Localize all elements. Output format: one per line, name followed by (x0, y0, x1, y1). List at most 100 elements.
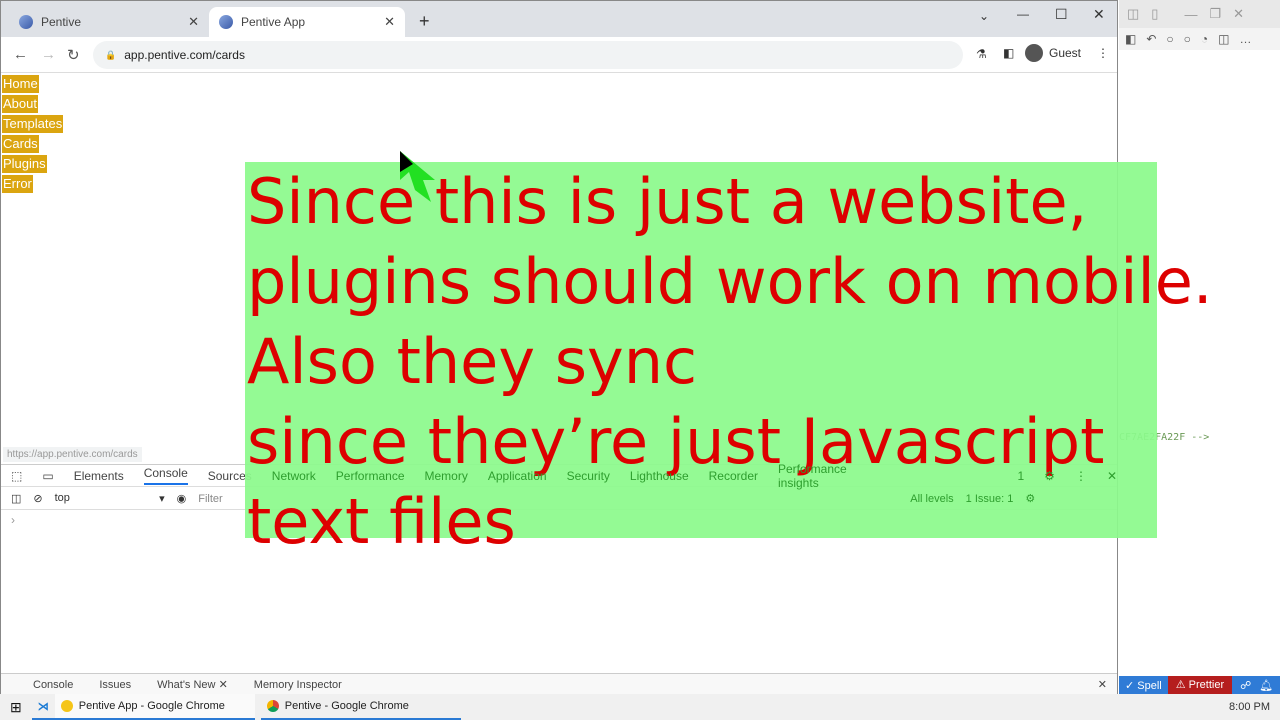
vscode-titlebar: ◫ ▯ — ❐ ✕ (1119, 0, 1280, 28)
layout-icon[interactable]: ◫ (1127, 6, 1139, 22)
taskbar-item-pentive-app[interactable]: Pentive App - Google Chrome (54, 694, 255, 720)
menu-icon[interactable]: ⋮ (1097, 46, 1109, 60)
nav-link-templates[interactable]: Templates (2, 115, 64, 133)
caption-line: text files (247, 485, 516, 558)
browser-toolbar: ← → ↻ 🔒 app.pentive.com/cards ⚗ ◧ Guest … (1, 37, 1117, 73)
devtools-tab-performance-insights[interactable]: Performance insights (778, 462, 847, 490)
browser-tab-pentive[interactable]: Pentive ✕ (9, 7, 209, 37)
nav-link-error[interactable]: Error (2, 175, 33, 193)
labs-icon[interactable]: ⚗ (976, 47, 987, 61)
close-icon[interactable]: ✕ (1233, 6, 1244, 22)
devtools-tab-performance[interactable]: Performance (336, 469, 405, 483)
reload-icon[interactable]: ↻ (67, 46, 80, 64)
profile-label: Guest (1049, 46, 1082, 60)
devtools-tab-elements[interactable]: Elements (74, 469, 124, 483)
inspect-icon[interactable]: ⬚ (11, 469, 22, 483)
caption-line: plugins should work on mobile. (247, 245, 1213, 318)
lock-icon: 🔒 (105, 49, 117, 60)
nav-link-cards[interactable]: Cards (2, 135, 39, 153)
back-icon[interactable]: ← (13, 46, 28, 63)
profile-button[interactable]: Guest (1025, 44, 1081, 62)
close-icon[interactable]: ✕ (384, 14, 395, 30)
device-toolbar-icon[interactable]: ▭ (42, 469, 53, 483)
taskbar: ⊞ ⋊ Pentive App - Google Chrome Pentive … (0, 694, 1280, 720)
timeline-icon[interactable]: ◔ (1201, 32, 1208, 46)
clear-console-icon[interactable]: ⊘ (33, 492, 42, 505)
close-drawer-icon[interactable]: ✕ (1098, 678, 1107, 691)
nav-link-about[interactable]: About (2, 95, 38, 113)
nav-link-plugins[interactable]: Plugins (2, 155, 47, 173)
side-panel-icon[interactable]: ◧ (1003, 46, 1014, 60)
close-icon[interactable]: ✕ (188, 14, 199, 30)
sidebar-toggle-icon[interactable]: ◫ (11, 492, 21, 505)
drawer-tab-issues[interactable]: Issues (99, 679, 131, 691)
devtools-tab-memory[interactable]: Memory (425, 469, 468, 483)
taskbar-label: Pentive - Google Chrome (284, 700, 409, 712)
settings-icon[interactable]: ⚙ (1044, 469, 1055, 483)
drawer-tab-console[interactable]: Console (33, 679, 73, 691)
browser-tab-pentive-app[interactable]: Pentive App ✕ (209, 7, 405, 37)
devtools-tab-recorder[interactable]: Recorder (709, 469, 758, 483)
drawer-tab-memory-inspector[interactable]: Memory Inspector (254, 679, 342, 691)
split-editor-icon[interactable]: ◫ (1218, 32, 1229, 46)
issues-button[interactable]: 1 Issue: 1 (966, 493, 1014, 505)
tab-search-icon[interactable]: ⌄ (979, 9, 989, 23)
close-window-icon[interactable]: ✕ (1093, 6, 1105, 23)
vscode-taskbar-icon[interactable]: ⋊ (31, 694, 55, 720)
customize-layout-icon[interactable]: ▯ (1151, 6, 1158, 22)
drawer-tab-whats-new[interactable]: What's New ✕ (157, 678, 228, 691)
more-icon[interactable]: … (1240, 32, 1252, 46)
chevron-down-icon: ▾ (159, 493, 165, 505)
message-count-badge[interactable]: 1 (1017, 469, 1024, 483)
pentive-favicon (219, 15, 233, 29)
new-tab-icon[interactable]: + (419, 11, 430, 32)
devtools-tab-lighthouse[interactable]: Lighthouse (630, 469, 689, 483)
maximize-icon[interactable]: ☐ (1055, 6, 1068, 23)
caption-line: Since this is just a website, (247, 165, 1088, 238)
editor-actions: ◧ ↶ ○ ○ ◔ ◫ … (1119, 28, 1280, 50)
forward-icon[interactable]: → (41, 46, 56, 63)
context-select[interactable]: top ▾ (55, 492, 165, 505)
tab-title: Pentive (41, 15, 82, 29)
spell-status[interactable]: ✓ Spell (1119, 679, 1168, 692)
console-settings-icon[interactable]: ⚙ (1025, 492, 1035, 505)
eye-icon[interactable]: ◉ (177, 492, 187, 505)
nav-link-home[interactable]: Home (2, 75, 39, 93)
taskbar-item-pentive[interactable]: Pentive - Google Chrome (260, 694, 461, 720)
devtools-tab-console[interactable]: Console (143, 466, 188, 485)
next-change-icon[interactable]: ○ (1184, 32, 1191, 46)
log-levels-select[interactable]: All levels (910, 493, 953, 505)
pentive-favicon (19, 15, 33, 29)
avatar-icon (1025, 44, 1043, 62)
address-bar[interactable]: 🔒 app.pentive.com/cards (93, 41, 963, 69)
devtools-drawer: Console Issues What's New ✕ Memory Inspe… (1, 673, 1117, 695)
bell-icon[interactable]: 🔔︎ (1259, 679, 1273, 692)
windows-start-icon[interactable]: ⊞ (0, 699, 32, 716)
more-icon[interactable]: ⋮ (1075, 469, 1087, 483)
devtools-tab-network[interactable]: Network (272, 469, 316, 483)
restore-icon[interactable]: ❐ (1209, 6, 1221, 22)
status-url: https://app.pentive.com/cards (3, 447, 142, 462)
page-nav: Home About Templates Cards Plugins Error (2, 75, 64, 195)
minimize-icon[interactable]: — (1184, 7, 1197, 22)
tab-title: Pentive App (241, 15, 306, 29)
prev-change-icon[interactable]: ○ (1166, 32, 1173, 46)
url-text: app.pentive.com/cards (124, 48, 245, 62)
preview-icon[interactable]: ◧ (1125, 32, 1136, 46)
tab-strip: Pentive ✕ Pentive App ✕ + ⌄ — ☐ ✕ (1, 1, 1117, 37)
devtools-tab-security[interactable]: Security (567, 469, 610, 483)
devtools-tab-application[interactable]: Application (488, 469, 547, 483)
feedback-icon[interactable]: ☍ (1232, 679, 1259, 692)
vscode-statusbar: ✓ Spell ⚠ Prettier ☍ 🔔︎ (1119, 676, 1280, 694)
prettier-status[interactable]: ⚠ Prettier (1167, 676, 1233, 694)
close-devtools-icon[interactable]: ✕ (1107, 469, 1117, 483)
go-back-icon[interactable]: ↶ (1146, 32, 1156, 46)
console-prompt-icon[interactable]: › (11, 513, 15, 527)
taskbar-label: Pentive App - Google Chrome (78, 700, 225, 712)
chrome-icon (60, 700, 73, 712)
minimize-icon[interactable]: — (1017, 7, 1029, 21)
close-icon[interactable]: ✕ (219, 679, 228, 691)
chrome-icon (266, 700, 279, 712)
context-value: top (54, 492, 70, 504)
mouse-cursor-icon (400, 151, 435, 202)
